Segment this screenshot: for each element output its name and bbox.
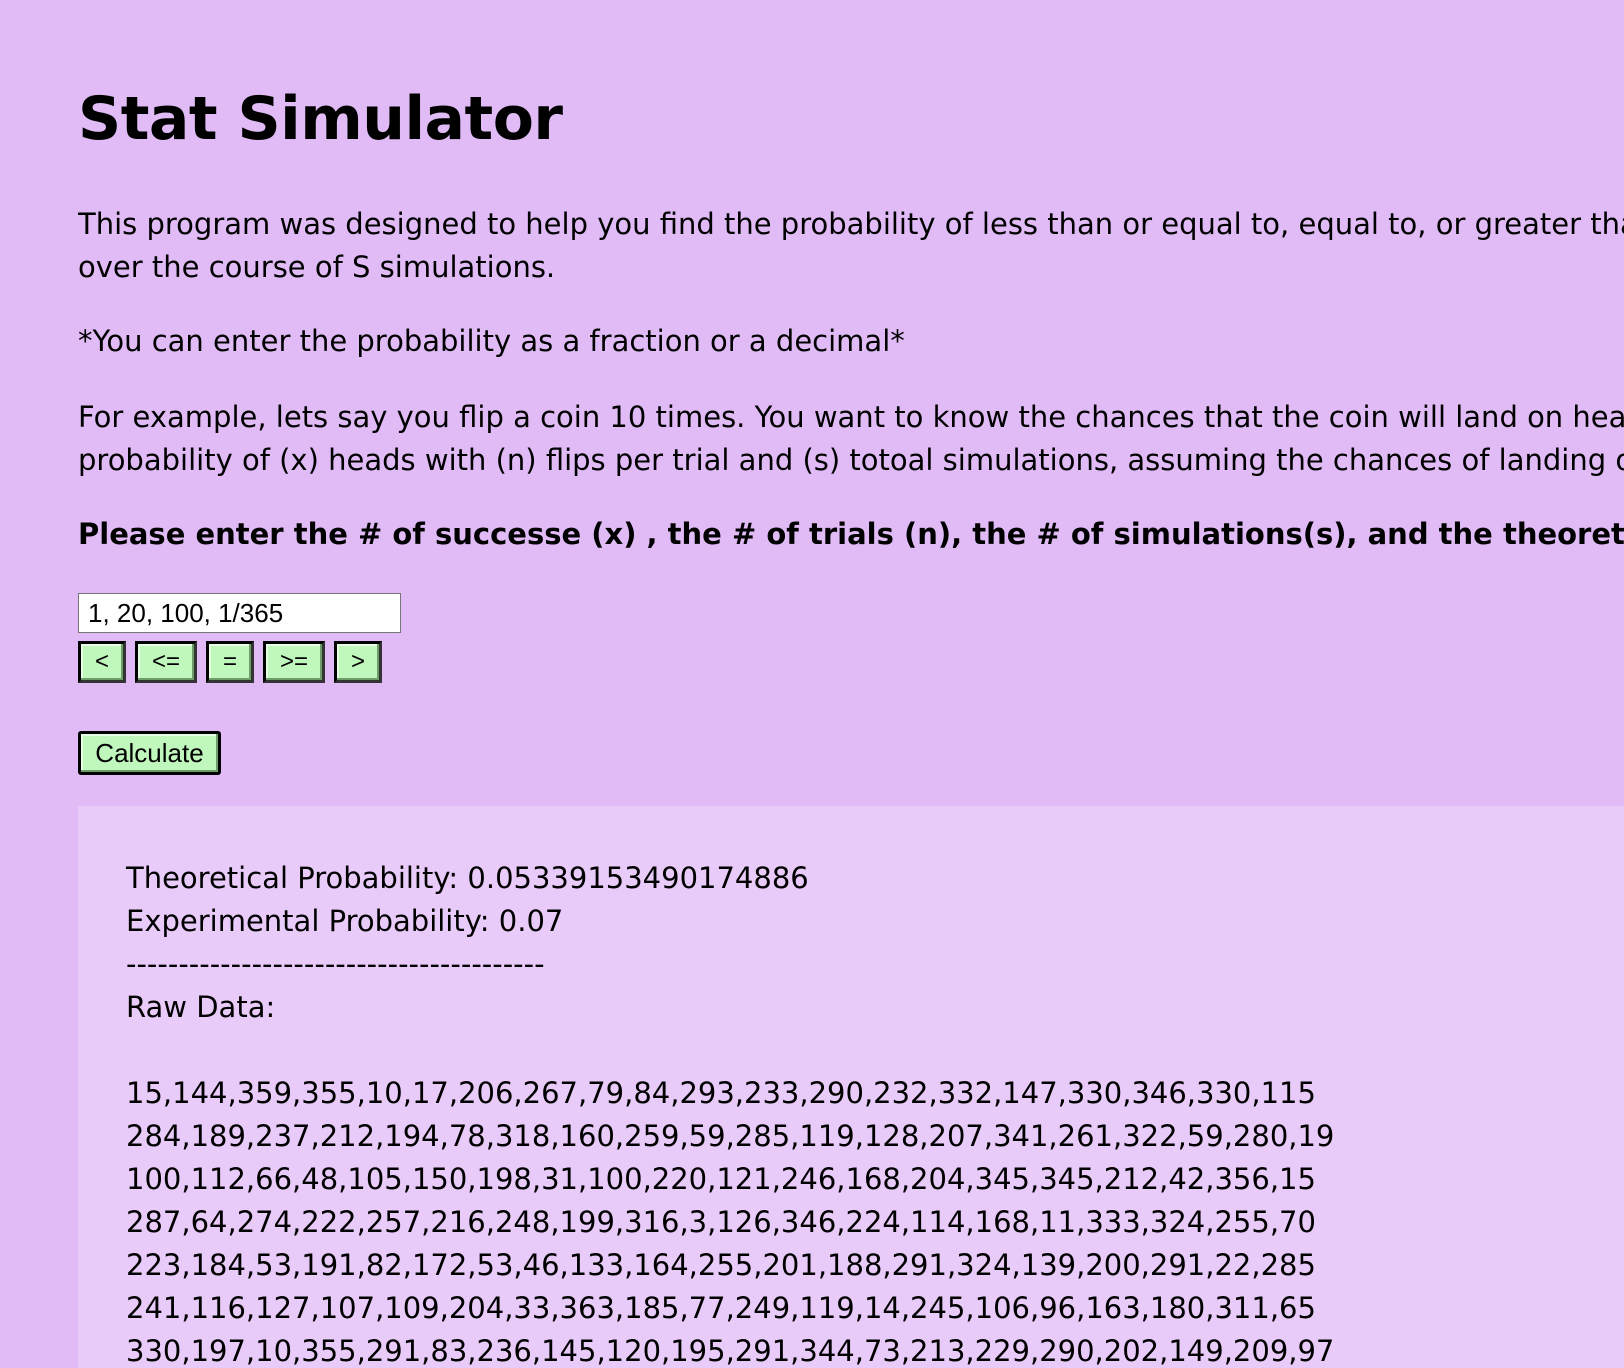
theoretical-probability: Theoretical Probability: 0.0533915349017… [126, 861, 809, 895]
parameters-input[interactable] [78, 593, 401, 633]
less-equal-button[interactable]: <= [135, 641, 197, 683]
operator-buttons: < <= = >= > [78, 641, 382, 683]
raw-data-row: 223,184,53,191,82,172,53,46,133,164,255,… [126, 1248, 1316, 1282]
note-text: *You can enter the probability as a frac… [78, 324, 905, 358]
equal-button[interactable]: = [206, 641, 254, 683]
raw-data-row: 100,112,66,48,105,150,198,31,100,220,121… [126, 1162, 1316, 1196]
greater-than-button[interactable]: > [334, 641, 382, 683]
raw-data-row: 287,64,274,222,257,216,248,199,316,3,126… [126, 1205, 1316, 1239]
example-text: For example, lets say you flip a coin 10… [78, 396, 1624, 482]
raw-data-row: 330,197,10,355,291,83,236,145,120,195,29… [126, 1334, 1335, 1368]
results-panel: Theoretical Probability: 0.0533915349017… [78, 806, 1624, 1368]
example-line-2: probability of (x) heads with (n) flips … [78, 443, 1624, 477]
raw-data-row: 15,144,359,355,10,17,206,267,79,84,293,2… [126, 1076, 1316, 1110]
raw-data-label: Raw Data: [126, 990, 276, 1024]
calculate-button[interactable]: Calculate [78, 731, 221, 775]
page: Stat Simulator This program was designed… [78, 0, 1624, 1368]
greater-equal-button[interactable]: >= [263, 641, 325, 683]
page-title: Stat Simulator [78, 84, 563, 154]
intro-line-1: This program was designed to help you fi… [78, 207, 1624, 241]
raw-data-row: 284,189,237,212,194,78,318,160,259,59,28… [126, 1119, 1335, 1153]
less-than-button[interactable]: < [78, 641, 126, 683]
example-line-1: For example, lets say you flip a coin 10… [78, 400, 1624, 434]
experimental-probability: Experimental Probability: 0.07 [126, 904, 564, 938]
results-content: Theoretical Probability: 0.0533915349017… [126, 857, 1334, 1368]
raw-data-row: 241,116,127,107,109,204,33,363,185,77,24… [126, 1291, 1316, 1325]
intro-line-2: over the course of S simulations. [78, 250, 556, 284]
results-divider: ---------------------------------------- [126, 947, 545, 981]
intro-text: This program was designed to help you fi… [78, 203, 1624, 289]
instruction-text: Please enter the # of successe (x) , the… [78, 517, 1624, 551]
